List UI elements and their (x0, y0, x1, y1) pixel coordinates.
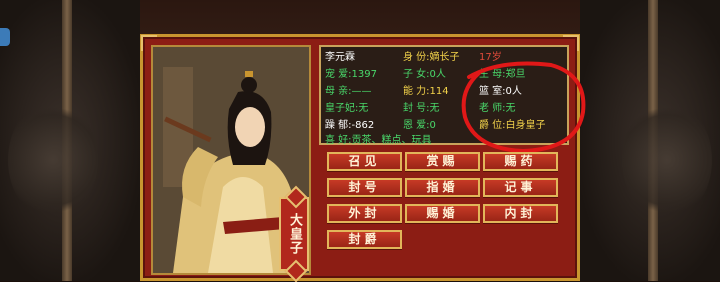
reward-button[interactable]: 赏赐 (405, 152, 480, 171)
stat-favor: 宠 爱:1397 (325, 69, 377, 80)
give-medicine-button[interactable]: 赐药 (483, 152, 558, 171)
dragon-ornament-left (8, 100, 98, 220)
side-tab-icon[interactable] (0, 28, 10, 46)
stat-age: 17岁 (479, 52, 502, 63)
background-left-panel (0, 0, 140, 281)
dragon-ornament-right (622, 100, 712, 220)
prince-stats-panel: 李元霖 宠 爱:1397 母 亲:—— 皇子妃:无 躁 郁:-862 身 份:嫡… (319, 45, 569, 146)
stat-honorific: 封 号:无 (403, 103, 440, 114)
external-fief-button[interactable]: 外封 (327, 204, 402, 223)
internal-fief-button[interactable]: 内封 (483, 204, 558, 223)
background-right-panel (580, 0, 720, 281)
prince-title-text: 大皇子 (287, 213, 302, 255)
prince-name: 李元霖 (325, 52, 355, 63)
grant-title-button[interactable]: 封号 (327, 178, 402, 197)
stats-column-1: 李元霖 宠 爱:1397 母 亲:—— 皇子妃:无 躁 郁:-862 (325, 49, 403, 134)
grant-marriage-button[interactable]: 赐婚 (405, 204, 480, 223)
stats-column-2: 身 份:嫡长子 子 女:0人 能 力:114 封 号:无 恩 爱:0 (403, 49, 475, 134)
prince-title-plaque: 大皇子 (279, 197, 309, 271)
stat-mother: 母 亲:—— (325, 86, 372, 97)
stat-teacher: 老 师:无 (479, 103, 516, 114)
stat-identity: 身 份:嫡长子 (403, 52, 460, 63)
stats-column-3: 17岁 生 母:郑旦 篮 室:0人 老 师:无 爵 位:白身皇子 (479, 49, 569, 134)
records-button[interactable]: 记事 (483, 178, 558, 197)
stat-chamber: 篮 室:0人 (479, 86, 522, 97)
stat-birth-mother: 生 母:郑旦 (479, 69, 526, 80)
stat-rank: 爵 位:白身皇子 (479, 120, 546, 131)
stat-consort: 皇子妃:无 (325, 103, 369, 114)
stat-hobby: 喜 好:贡茶、糕点、玩具 (325, 135, 432, 146)
arrange-marriage-button[interactable]: 指婚 (405, 178, 480, 197)
grant-nobility-button[interactable]: 封爵 (327, 230, 402, 249)
stat-children: 子 女:0人 (403, 69, 446, 80)
stat-ability: 能 力:114 (403, 86, 449, 97)
prince-info-dialog: 大皇子 李元霖 宠 爱:1397 母 亲:—— 皇子妃:无 躁 郁:-862 身… (140, 34, 586, 281)
summon-button[interactable]: 召见 (327, 152, 402, 171)
